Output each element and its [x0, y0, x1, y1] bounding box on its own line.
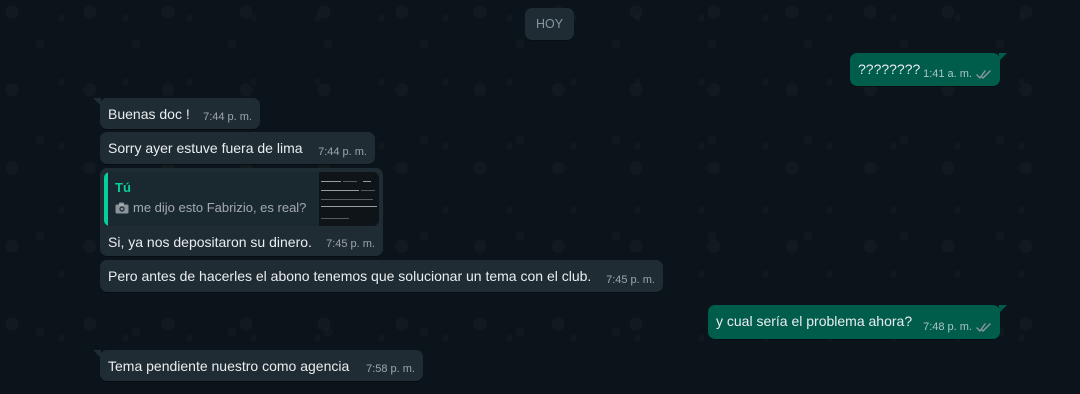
message-tail — [93, 98, 101, 106]
message-time: 7:58 p. m. — [366, 363, 415, 375]
double-check-icon — [976, 323, 991, 332]
message-tail — [999, 305, 1007, 313]
date-separator: HOY — [525, 8, 574, 40]
quote-accent-bar — [104, 172, 108, 226]
message-time: 7:45 p. m. — [326, 238, 375, 250]
quote-image-thumbnail — [319, 172, 379, 226]
outgoing-message[interactable]: ???????? 1:41 a. m. — [850, 53, 1007, 86]
message-meta: 7:48 p. m. — [923, 321, 992, 334]
incoming-message[interactable]: Sorry ayer estuve fuera de lima 7:44 p. … — [100, 132, 375, 164]
message-text: Sorry ayer estuve fuera de lima — [108, 140, 303, 156]
message-time: 7:45 p. m. — [606, 274, 655, 286]
camera-icon — [115, 202, 129, 214]
incoming-message-with-quote[interactable]: Tú me dijo esto Fabrizio, es real? Si, y… — [100, 168, 383, 256]
message-meta: 1:41 a. m. — [923, 68, 992, 81]
message-time: 7:48 p. m. — [923, 321, 972, 333]
quoted-message[interactable]: Tú me dijo esto Fabrizio, es real? — [104, 172, 379, 226]
incoming-message[interactable]: Pero antes de hacerles el abono tenemos … — [100, 260, 663, 292]
message-tail — [93, 350, 101, 358]
message-text: Buenas doc ! — [108, 106, 190, 122]
message-time: 7:44 p. m. — [203, 111, 252, 123]
quote-preview: me dijo esto Fabrizio, es real? — [115, 200, 306, 216]
message-text: ???????? — [858, 61, 921, 77]
message-tail — [999, 53, 1007, 61]
incoming-message[interactable]: Tema pendiente nuestro como agencia 7:58… — [93, 350, 423, 381]
message-text: Si, ya nos depositaron su dinero. — [108, 234, 312, 250]
quote-author: Tú — [115, 180, 131, 195]
message-time: 7:44 p. m. — [318, 146, 367, 158]
incoming-message[interactable]: Buenas doc ! 7:44 p. m. — [93, 98, 260, 129]
message-text: Pero antes de hacerles el abono tenemos … — [108, 268, 592, 284]
outgoing-message[interactable]: y cual sería el problema ahora? 7:48 p. … — [708, 305, 1007, 339]
message-text: Tema pendiente nuestro como agencia — [108, 358, 350, 374]
message-text: y cual sería el problema ahora? — [716, 313, 913, 329]
message-time: 1:41 a. m. — [923, 68, 972, 80]
quote-preview-text: me dijo esto Fabrizio, es real? — [133, 200, 307, 215]
double-check-icon — [976, 70, 991, 79]
